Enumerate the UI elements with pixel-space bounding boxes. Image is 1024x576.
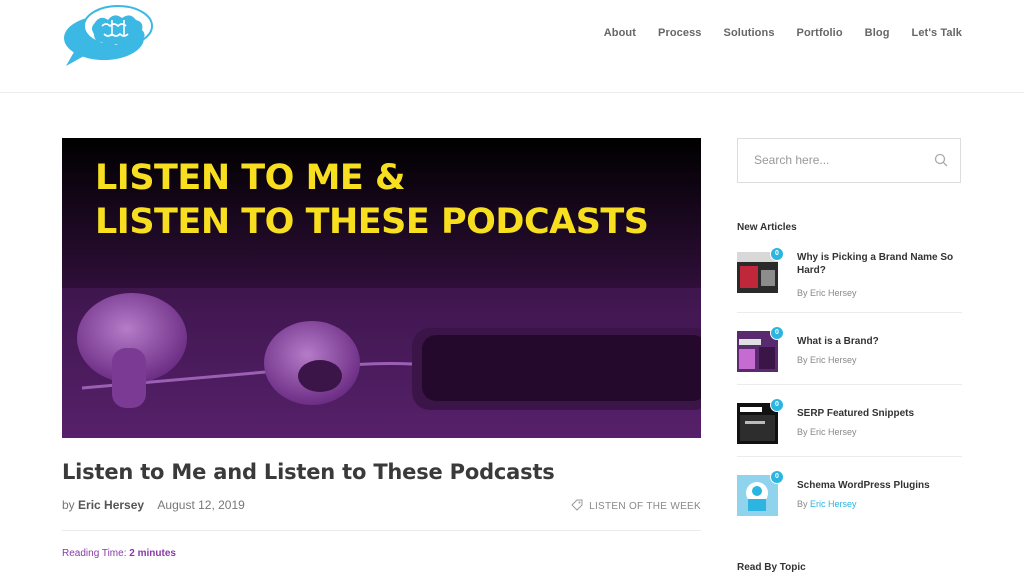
byline-label: By (797, 499, 808, 509)
sidebar-article[interactable]: 0 Schema WordPress Plugins By Eric Herse… (737, 470, 962, 535)
article-divider (737, 312, 962, 313)
new-articles-heading: New Articles (737, 222, 797, 233)
nav-solutions[interactable]: Solutions (724, 27, 775, 39)
article-title[interactable]: What is a Brand? (797, 336, 962, 349)
nav-portfolio[interactable]: Portfolio (797, 27, 843, 39)
article-title[interactable]: Schema WordPress Plugins (797, 480, 962, 493)
reading-time: Reading Time: 2 minutes (62, 548, 176, 559)
read-by-topic-heading: Read By Topic (737, 562, 806, 573)
comment-count-badge: 0 (770, 398, 784, 412)
featured-image[interactable]: LISTEN TO ME & LISTEN TO THESE PODCASTS (62, 138, 701, 438)
article-byline: By Eric Hersey (797, 288, 857, 298)
byline-author[interactable]: Eric Hersey (810, 355, 857, 365)
article-title[interactable]: Why is Picking a Brand Name So Hard? (797, 252, 962, 277)
nav-about[interactable]: About (604, 27, 636, 39)
hero-headline: LISTEN TO ME & LISTEN TO THESE PODCASTS (95, 156, 649, 244)
search-box (737, 138, 961, 183)
byline-author[interactable]: Eric Hersey (810, 499, 857, 509)
post-date: August 12, 2019 (157, 498, 245, 512)
sidebar-article[interactable]: 0 Why is Picking a Brand Name So Hard? B… (737, 247, 962, 312)
by-label: by (62, 498, 75, 512)
article-divider (737, 456, 962, 457)
hero-line-2: LISTEN TO THESE PODCASTS (95, 202, 649, 242)
nav-blog[interactable]: Blog (865, 27, 890, 39)
byline-author[interactable]: Eric Hersey (810, 427, 857, 437)
search-input[interactable] (752, 152, 926, 168)
byline-author[interactable]: Eric Hersey (810, 288, 857, 298)
sidebar-article[interactable]: 0 SERP Featured Snippets By Eric Hersey (737, 398, 962, 463)
reading-time-label: Reading Time: (62, 548, 127, 559)
brain-logo-icon[interactable] (60, 2, 158, 68)
byline-label: By (797, 355, 808, 365)
article-title[interactable]: SERP Featured Snippets (797, 408, 962, 421)
search-icon[interactable] (934, 153, 948, 172)
site-header: About Process Solutions Portfolio Blog L… (0, 0, 1024, 93)
comment-count-badge: 0 (770, 326, 784, 340)
tag-icon (571, 499, 583, 514)
hero-line-1: LISTEN TO ME & (95, 158, 406, 198)
post-category[interactable]: LISTEN OF THE WEEK (571, 499, 701, 514)
comment-count-badge: 0 (770, 247, 784, 261)
reading-time-value: 2 minutes (129, 548, 176, 559)
article-byline: By Eric Hersey (797, 427, 857, 437)
nav-process[interactable]: Process (658, 27, 702, 39)
article-divider (737, 384, 962, 385)
nav-lets-talk[interactable]: Let's Talk (912, 27, 962, 39)
post-title[interactable]: Listen to Me and Listen to These Podcast… (62, 460, 555, 484)
meta-divider (62, 530, 701, 531)
byline-label: By (797, 288, 808, 298)
post-author-link[interactable]: Eric Hersey (78, 498, 144, 512)
main-nav: About Process Solutions Portfolio Blog L… (582, 27, 962, 39)
sidebar-article[interactable]: 0 What is a Brand? By Eric Hersey (737, 326, 962, 391)
post-meta: by Eric Hersey August 12, 2019 (62, 498, 245, 512)
article-byline: By Eric Hersey (797, 355, 857, 365)
category-label: LISTEN OF THE WEEK (589, 501, 701, 512)
article-byline: By Eric Hersey (797, 499, 857, 509)
comment-count-badge: 0 (770, 470, 784, 484)
byline-label: By (797, 427, 808, 437)
